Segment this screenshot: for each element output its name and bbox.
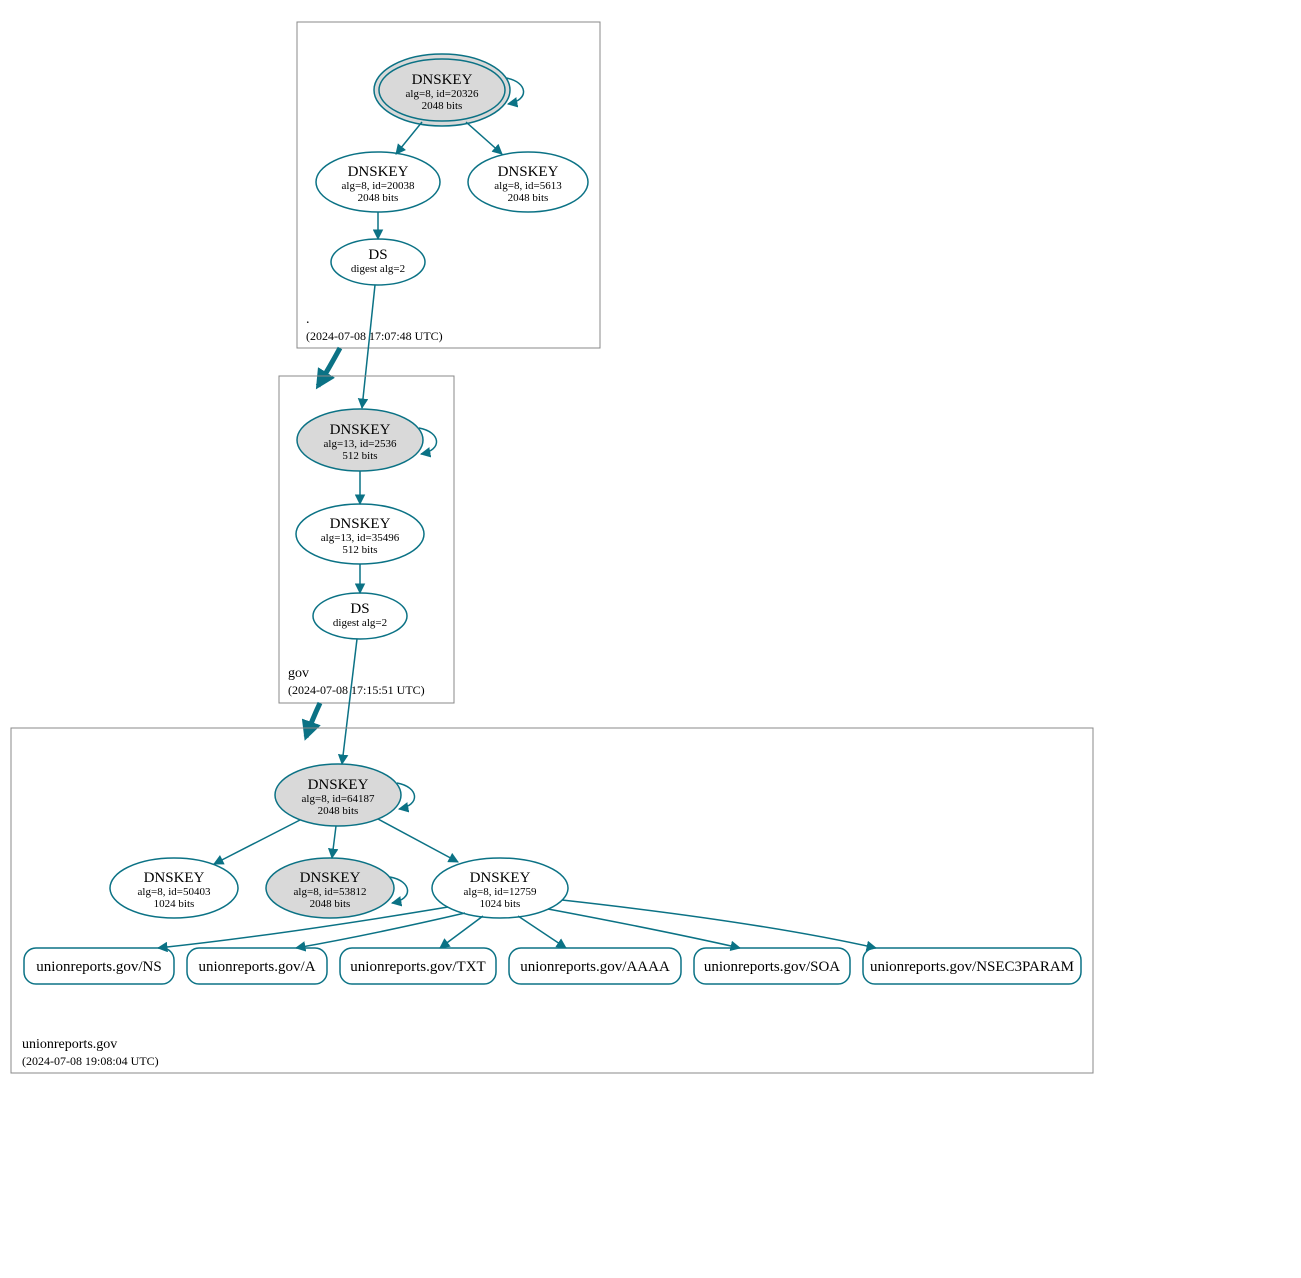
edge-key4-to-nsec [562,900,876,948]
node-domain-key2: DNSKEY alg=8, id=50403 1024 bits [110,858,238,918]
record-txt: unionreports.gov/TXT [340,948,496,984]
svg-text:alg=8, id=50403: alg=8, id=50403 [138,886,211,898]
svg-text:digest alg=2: digest alg=2 [333,617,387,629]
svg-text:unionreports.gov/SOA: unionreports.gov/SOA [704,959,840,975]
svg-text:unionreports.gov/NS: unionreports.gov/NS [36,959,161,975]
svg-text:DNSKEY: DNSKEY [300,870,361,886]
record-a: unionreports.gov/A [187,948,327,984]
node-root-key3: DNSKEY alg=8, id=5613 2048 bits [468,152,588,212]
svg-text:alg=8, id=20326: alg=8, id=20326 [406,88,479,100]
node-root-ds: DS digest alg=2 [331,239,425,285]
zone-domain-timestamp: (2024-07-08 19:08:04 UTC) [22,1054,159,1068]
svg-text:DNSKEY: DNSKEY [330,422,391,438]
svg-text:512 bits: 512 bits [342,544,377,556]
svg-text:2048 bits: 2048 bits [358,192,399,204]
edge-root-ksk-to-key3 [466,122,502,154]
svg-text:alg=13, id=2536: alg=13, id=2536 [324,438,397,450]
svg-text:alg=8, id=20038: alg=8, id=20038 [342,180,415,192]
node-root-zsk: DNSKEY alg=8, id=20038 2048 bits [316,152,440,212]
edge-key4-to-aaaa [518,916,566,948]
svg-text:alg=8, id=53812: alg=8, id=53812 [294,886,367,898]
node-gov-zsk: DNSKEY alg=13, id=35496 512 bits [296,504,424,564]
svg-text:alg=13, id=35496: alg=13, id=35496 [321,532,400,544]
edge-root-to-gov-zone [318,348,340,386]
edge-root-ksk-to-zsk [396,122,422,154]
svg-text:2048 bits: 2048 bits [508,192,549,204]
svg-text:2048 bits: 2048 bits [318,805,359,817]
svg-text:512 bits: 512 bits [342,450,377,462]
zone-root-timestamp: (2024-07-08 17:07:48 UTC) [306,329,443,343]
zone-gov-timestamp: (2024-07-08 17:15:51 UTC) [288,683,425,697]
svg-text:DS: DS [350,601,369,617]
node-domain-ksk: DNSKEY alg=8, id=64187 2048 bits [275,764,401,826]
svg-text:unionreports.gov/NSEC3PARAM: unionreports.gov/NSEC3PARAM [870,959,1074,975]
edge-dom-ksk-to-key3 [332,826,336,858]
svg-text:2048 bits: 2048 bits [422,100,463,112]
edge-key4-to-soa [548,909,740,948]
svg-text:alg=8, id=5613: alg=8, id=5613 [494,180,562,192]
svg-text:alg=8, id=64187: alg=8, id=64187 [302,793,375,805]
node-domain-key3: DNSKEY alg=8, id=53812 2048 bits [266,858,394,918]
svg-text:DNSKEY: DNSKEY [144,870,205,886]
node-gov-ksk: DNSKEY alg=13, id=2536 512 bits [297,409,423,471]
record-soa: unionreports.gov/SOA [694,948,850,984]
edge-key4-to-txt [440,916,483,948]
svg-text:DNSKEY: DNSKEY [412,72,473,88]
node-domain-key4: DNSKEY alg=8, id=12759 1024 bits [432,858,568,918]
edge-dom-ksk-to-key4 [378,819,458,862]
svg-text:DNSKEY: DNSKEY [470,870,531,886]
record-aaaa: unionreports.gov/AAAA [509,948,681,984]
record-ns: unionreports.gov/NS [24,948,174,984]
svg-text:2048 bits: 2048 bits [310,898,351,910]
svg-text:DNSKEY: DNSKEY [348,164,409,180]
svg-text:DS: DS [368,247,387,263]
edge-gov-to-domain-zone [306,703,320,737]
svg-text:digest alg=2: digest alg=2 [351,263,405,275]
edge-dom-ksk-to-key2 [214,820,300,864]
node-gov-ds: DS digest alg=2 [313,593,407,639]
record-nsec3param: unionreports.gov/NSEC3PARAM [863,948,1081,984]
svg-text:DNSKEY: DNSKEY [308,777,369,793]
svg-text:1024 bits: 1024 bits [154,898,195,910]
zone-domain: unionreports.gov (2024-07-08 19:08:04 UT… [11,728,1093,1073]
zone-domain-name: unionreports.gov [22,1037,117,1052]
dnssec-diagram: . (2024-07-08 17:07:48 UTC) DNSKEY alg=8… [0,0,1301,1278]
svg-text:1024 bits: 1024 bits [480,898,521,910]
svg-text:unionreports.gov/A: unionreports.gov/A [198,959,315,975]
svg-text:unionreports.gov/TXT: unionreports.gov/TXT [350,959,485,975]
svg-text:DNSKEY: DNSKEY [330,516,391,532]
edge-root-ds-to-gov-ksk [362,285,375,408]
svg-text:DNSKEY: DNSKEY [498,164,559,180]
node-root-ksk: DNSKEY alg=8, id=20326 2048 bits [374,54,510,126]
zone-root: . (2024-07-08 17:07:48 UTC) DNSKEY alg=8… [297,22,600,348]
svg-text:unionreports.gov/AAAA: unionreports.gov/AAAA [520,959,670,975]
zone-root-name: . [306,312,310,327]
zone-gov-name: gov [288,666,309,681]
svg-text:alg=8, id=12759: alg=8, id=12759 [464,886,537,898]
edge-gov-ds-to-domain-ksk [342,639,357,764]
zone-gov: gov (2024-07-08 17:15:51 UTC) DNSKEY alg… [279,376,454,703]
